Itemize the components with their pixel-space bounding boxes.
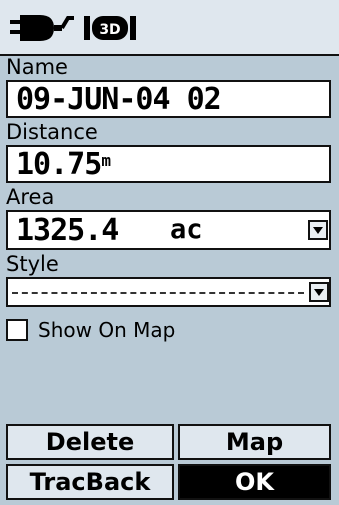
battery-icon — [10, 15, 74, 41]
track-edit-screen: 3D Name 09-JUN-04 02 Distance 10.75m Are… — [0, 0, 339, 505]
distance-unit: m — [101, 151, 111, 170]
name-label: Name — [6, 55, 68, 79]
area-unit-dropdown-button[interactable] — [308, 220, 328, 240]
status-bar: 3D — [0, 0, 339, 56]
ok-button[interactable]: OK — [178, 464, 331, 500]
area-value: 1325.4 — [16, 213, 119, 248]
style-line-preview — [12, 292, 304, 294]
svg-text:3D: 3D — [99, 22, 120, 38]
chevron-down-icon — [314, 289, 324, 296]
name-field[interactable]: 09-JUN-04 02 — [6, 80, 331, 118]
style-field[interactable] — [6, 277, 331, 307]
delete-button[interactable]: Delete — [6, 424, 174, 460]
show-on-map-label: Show On Map — [38, 318, 176, 342]
area-field[interactable]: 1325.4 ac — [6, 210, 331, 250]
area-label: Area — [6, 185, 55, 209]
chevron-down-icon — [313, 227, 323, 234]
distance-value: 10.75 — [16, 147, 102, 182]
area-unit: ac — [170, 214, 203, 245]
style-label: Style — [6, 252, 59, 276]
distance-field: 10.75m — [6, 145, 331, 183]
show-on-map-checkbox[interactable] — [6, 319, 28, 341]
distance-value-wrap: 10.75m — [16, 147, 111, 183]
style-dropdown-button[interactable] — [309, 282, 329, 302]
distance-label: Distance — [6, 120, 98, 144]
gps-3d-icon: 3D — [84, 16, 136, 40]
tracback-button[interactable]: TracBack — [6, 464, 174, 500]
map-button[interactable]: Map — [178, 424, 331, 460]
name-value: 09-JUN-04 02 — [16, 82, 222, 117]
